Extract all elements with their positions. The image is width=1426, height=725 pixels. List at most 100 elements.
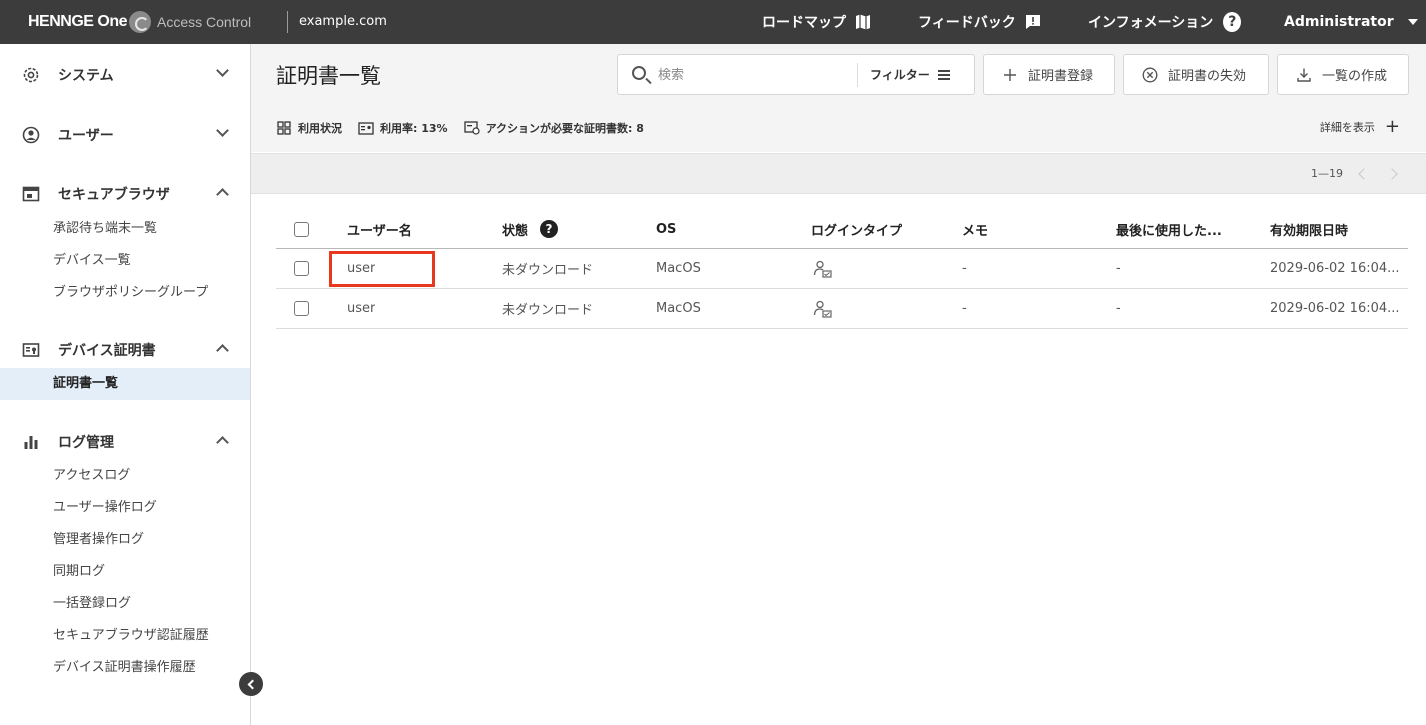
search-icon [632,66,646,80]
row-checkbox[interactable] [294,301,309,316]
sidebar-item-sync-log[interactable]: 同期ログ [0,556,250,588]
main-content: 証明書一覧 フィルター 証明書登録 証明書の失効 [251,44,1426,725]
table-header: ユーザー名 状態 ? OS ログインタイプ メモ 最後に使用した... 有効期限… [276,210,1408,249]
information-link[interactable]: インフォメーション ? [1088,0,1242,44]
top-bar: HENNGE One Access Control example.com ロー… [0,0,1426,44]
user-icon [22,126,40,144]
cell-expiry: 2029-06-02 16:04... [1270,301,1400,316]
chevron-down-icon [216,124,229,137]
certificate-icon [22,341,40,359]
column-header-expiry[interactable]: 有効期限日時 [1270,210,1348,248]
sidebar: システム ユーザー セキュアブラウザ 承認待ち端末一覧 デバイス一覧 ブラウザポ… [0,44,251,725]
sidebar-item-browser-policy-groups[interactable]: ブラウザポリシーグループ [0,277,250,309]
cell-status: 未ダウンロード [502,303,594,318]
help-icon[interactable]: ? [540,220,559,238]
select-all-cell [294,210,309,248]
revoke-certificate-label: 証明書の失効 [1168,69,1247,84]
feedback-icon [1024,13,1042,31]
cell-last-used: - [1116,301,1121,316]
sidebar-item-admin-operation-log[interactable]: 管理者操作ログ [0,524,250,556]
revoke-certificate-button[interactable]: 証明書の失効 [1123,54,1269,95]
chevron-up-icon [216,188,229,201]
usage-status[interactable]: 利用状況 [276,120,342,136]
gear-icon [22,66,40,84]
sidebar-section-label: ユーザー [58,128,114,144]
export-list-button[interactable]: 一覧の作成 [1277,54,1409,95]
sidebar-section-log-management[interactable]: ログ管理 [0,422,251,462]
action-required-label: アクションが必要な証明書数: 8 [485,122,644,135]
sidebar-item-bulk-registration-log[interactable]: 一括登録ログ [0,588,250,620]
logo-text: HENNGE One [28,13,128,30]
information-label: インフォメーション [1088,15,1214,31]
cell-os: MacOS [656,301,701,316]
sidebar-item-device-certificate-history[interactable]: デバイス証明書操作履歴 [0,652,250,684]
user-name: Administrator [1284,14,1394,30]
column-header-os[interactable]: OS [656,210,676,248]
usage-rate-label: 利用率: 13% [380,122,448,135]
column-header-login-type[interactable]: ログインタイプ [811,210,902,248]
feedback-link[interactable]: フィードバック [918,0,1042,44]
user-certificate-icon [813,300,832,318]
filter-label: フィルター [870,68,930,82]
export-list-label: 一覧の作成 [1322,69,1388,84]
chevron-down-icon [216,64,229,77]
download-icon [1296,67,1312,83]
roadmap-label: ロードマップ [762,15,846,31]
highlight-box [329,251,435,287]
chevron-up-icon [216,344,229,357]
cell-username[interactable]: user [347,289,375,328]
sidebar-section-secure-browser[interactable]: セキュアブラウザ [0,174,251,214]
column-header-memo[interactable]: メモ [962,210,988,248]
user-certificate-icon [813,260,832,278]
select-all-checkbox[interactable] [294,221,309,237]
chevron-left-icon[interactable] [1358,168,1370,180]
grid-icon [276,121,292,135]
sidebar-section-user[interactable]: ユーザー [0,115,251,155]
chevron-right-icon[interactable] [1386,168,1398,180]
sidebar-item-secure-browser-auth-history[interactable]: セキュアブラウザ認証履歴 [0,620,250,652]
column-header-username[interactable]: ユーザー名 [347,210,412,248]
plus-icon [1002,67,1018,83]
column-header-last-used[interactable]: 最後に使用した... [1116,210,1256,248]
row-checkbox[interactable] [294,261,309,276]
register-certificate-button[interactable]: 証明書登録 [983,54,1115,95]
action-required-count: アクションが必要な証明書数: 8 [463,120,644,136]
table-row[interactable]: user 未ダウンロード MacOS - - 2029-06-02 16:04.… [276,249,1408,289]
sidebar-item-user-operation-log[interactable]: ユーザー操作ログ [0,492,250,524]
help-icon: ? [1223,12,1242,32]
filter-sliders-icon [937,69,950,80]
certificate-alert-icon [463,121,480,135]
logo-mark-icon [129,11,152,33]
sidebar-section-label: デバイス証明書 [58,343,156,359]
cell-login-type [813,289,833,328]
cell-os: MacOS [656,261,701,276]
filter-button[interactable]: フィルター [870,55,950,94]
user-menu[interactable]: Administrator [1284,0,1418,44]
sidebar-item-devices[interactable]: デバイス一覧 [0,245,250,277]
column-header-status-label: 状態 [502,223,529,239]
roadmap-link[interactable]: ロードマップ [762,0,872,44]
sidebar-section-system[interactable]: システム [0,55,251,95]
cell-last-used: - [1116,261,1121,276]
sidebar-section-device-certificate[interactable]: デバイス証明書 [0,330,251,370]
cell-memo: - [962,261,967,276]
sidebar-item-access-log[interactable]: アクセスログ [0,460,250,492]
search-input[interactable] [658,63,848,87]
table-row[interactable]: user 未ダウンロード MacOS - - 2029-06-02 16:04.… [276,289,1408,329]
column-header-status[interactable]: 状態 ? [502,210,559,248]
usage-stats: 利用状況 利用率: 13% アクションが必要な証明書数: 8 [276,120,660,136]
sidebar-item-certificate-list[interactable]: 証明書一覧 [0,368,250,400]
register-certificate-label: 証明書登録 [1028,69,1094,84]
cell-username[interactable]: user [347,249,375,288]
logo[interactable]: HENNGE One Access Control [28,0,251,44]
chart-icon [22,433,40,451]
cell-memo: - [962,301,967,316]
certificate-table: ユーザー名 状態 ? OS ログインタイプ メモ 最後に使用した... 有効期限… [276,210,1408,329]
pagination-bar: 1—19 [251,153,1426,194]
show-details-toggle[interactable]: 詳細を表示 + [1320,118,1400,136]
search-box: フィルター [617,54,975,95]
usage-rate: 利用率: 13% [358,120,448,136]
search-divider [857,63,858,87]
sidebar-item-pending-devices[interactable]: 承認待ち端末一覧 [0,213,250,245]
logo-product: Access Control [157,14,252,30]
